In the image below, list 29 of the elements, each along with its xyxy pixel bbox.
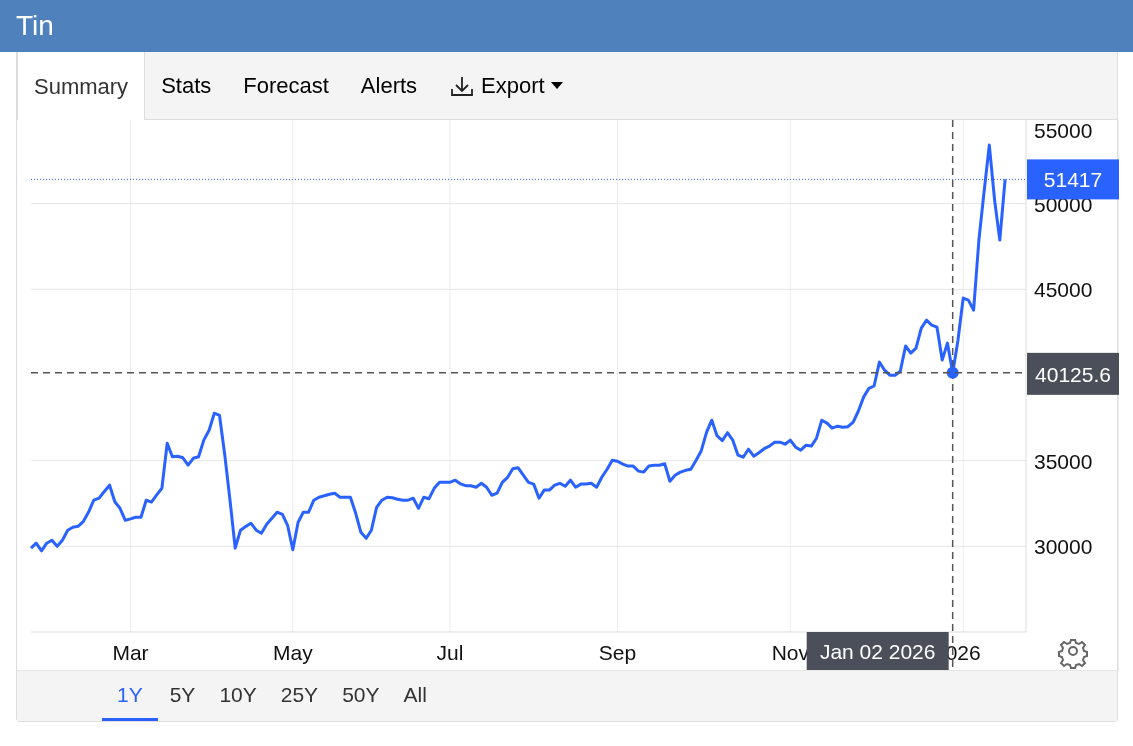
export-menu-button[interactable]: Export xyxy=(433,52,579,119)
crosshair-price-tag: 40125.6 xyxy=(1027,352,1119,395)
ref-line-label: 40125.6 xyxy=(1035,362,1111,386)
caret-icon xyxy=(550,81,563,90)
tab[interactable]: Forecast xyxy=(227,52,345,119)
x-axis-label: Sep xyxy=(598,641,637,664)
tab[interactable]: Summary xyxy=(17,52,146,120)
range-button[interactable]: All xyxy=(391,671,439,721)
range-button[interactable]: 50Y xyxy=(330,671,392,721)
y-axis-label: 30000 xyxy=(1034,535,1093,559)
crosshair-date-tag: Jan 02 2026 xyxy=(806,632,949,670)
x-axis-label: Mar xyxy=(112,641,149,664)
ref-line-label: 51417 xyxy=(1043,168,1103,192)
tab[interactable]: Alerts xyxy=(344,52,434,119)
range-button[interactable]: 25Y xyxy=(268,671,331,721)
y-axis-label: 55000 xyxy=(1034,120,1093,142)
tab[interactable]: Stats xyxy=(145,52,228,119)
range-button[interactable]: 1Y xyxy=(102,671,158,721)
x-axis-label: Jul xyxy=(436,641,464,664)
x-axis-label: Nov xyxy=(771,641,809,664)
range-button[interactable]: 10Y xyxy=(207,671,269,721)
page-title: Tin xyxy=(16,9,54,43)
y-axis-label: 35000 xyxy=(1034,449,1093,473)
last-price-tag: 51417 xyxy=(1027,159,1119,200)
crosshair-point xyxy=(946,366,959,379)
range-button[interactable]: 5Y xyxy=(157,671,208,721)
y-axis-label: 45000 xyxy=(1034,278,1093,302)
settings-icon[interactable] xyxy=(1058,639,1088,669)
x-axis-label: May xyxy=(273,641,313,664)
